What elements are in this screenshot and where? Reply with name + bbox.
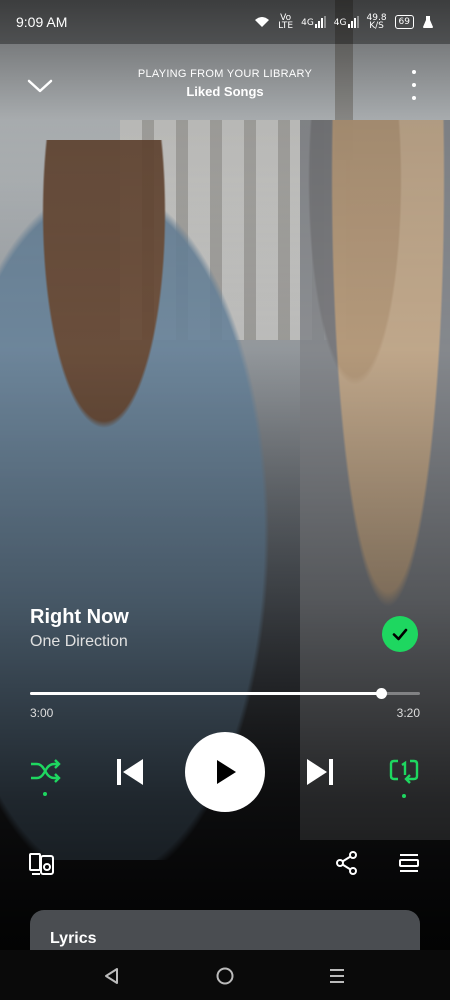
skip-previous-icon xyxy=(117,759,143,785)
player-header: PLAYING FROM YOUR LIBRARY Liked Songs xyxy=(0,60,450,110)
share-button[interactable] xyxy=(334,850,360,876)
menu-lines-icon xyxy=(330,969,344,983)
lyrics-label: Lyrics xyxy=(50,930,97,947)
home-circle-icon xyxy=(216,967,234,985)
status-bar: 9:09 AM Vo LTE 4G 4G 49.8 K/S 69 xyxy=(0,0,450,44)
queue-button[interactable] xyxy=(396,850,422,876)
battery-indicator: 69 xyxy=(394,15,414,29)
queue-icon xyxy=(399,854,419,872)
back-button[interactable] xyxy=(100,964,124,988)
secondary-controls xyxy=(0,848,450,880)
status-time: 9:09 AM xyxy=(16,14,68,30)
wifi-icon xyxy=(255,17,270,27)
progress-bar[interactable] xyxy=(30,688,420,700)
playback-controls xyxy=(0,732,450,812)
network-speed: 49.8 K/S xyxy=(366,13,387,31)
next-button[interactable] xyxy=(302,754,338,790)
signal-bars-icon xyxy=(314,16,326,28)
recents-button[interactable] xyxy=(325,964,349,988)
time-labels: 3:00 3:20 xyxy=(30,706,420,720)
play-icon xyxy=(217,760,236,784)
repeat-one-icon xyxy=(389,759,419,784)
lab-flask-icon xyxy=(423,16,433,28)
track-info: Right Now One Direction xyxy=(30,606,420,666)
shuffle-icon xyxy=(31,759,61,783)
volte-indicator: Vo LTE xyxy=(278,13,294,31)
play-button[interactable] xyxy=(185,732,265,812)
signal-2: 4G xyxy=(334,16,359,28)
previous-button[interactable] xyxy=(112,754,148,790)
progress-fill xyxy=(30,692,381,695)
system-navigation-bar xyxy=(0,950,450,1000)
context-name: Liked Songs xyxy=(186,84,264,99)
skip-next-icon xyxy=(307,759,333,785)
check-icon xyxy=(392,628,408,641)
back-triangle-icon xyxy=(105,968,118,984)
track-title[interactable]: Right Now xyxy=(30,606,420,629)
home-button[interactable] xyxy=(213,964,237,988)
share-icon xyxy=(336,851,357,875)
progress-handle[interactable] xyxy=(376,688,387,699)
liked-button[interactable] xyxy=(382,616,418,652)
elapsed-time: 3:00 xyxy=(30,706,54,720)
more-options-button[interactable] xyxy=(408,70,420,100)
status-icons: Vo LTE 4G 4G 49.8 K/S 69 xyxy=(254,13,434,31)
connect-device-button[interactable] xyxy=(28,850,56,878)
signal-bars-icon xyxy=(347,16,359,28)
total-duration: 3:20 xyxy=(396,706,420,720)
signal-1: 4G xyxy=(301,16,326,28)
track-artist[interactable]: One Direction xyxy=(30,633,420,651)
repeat-button[interactable] xyxy=(386,754,422,798)
shuffle-button[interactable] xyxy=(28,754,62,796)
connect-device-icon xyxy=(29,853,54,875)
more-vertical-icon xyxy=(412,70,416,74)
playing-context[interactable]: PLAYING FROM YOUR LIBRARY Liked Songs xyxy=(0,68,450,99)
context-label: PLAYING FROM YOUR LIBRARY xyxy=(137,68,313,80)
